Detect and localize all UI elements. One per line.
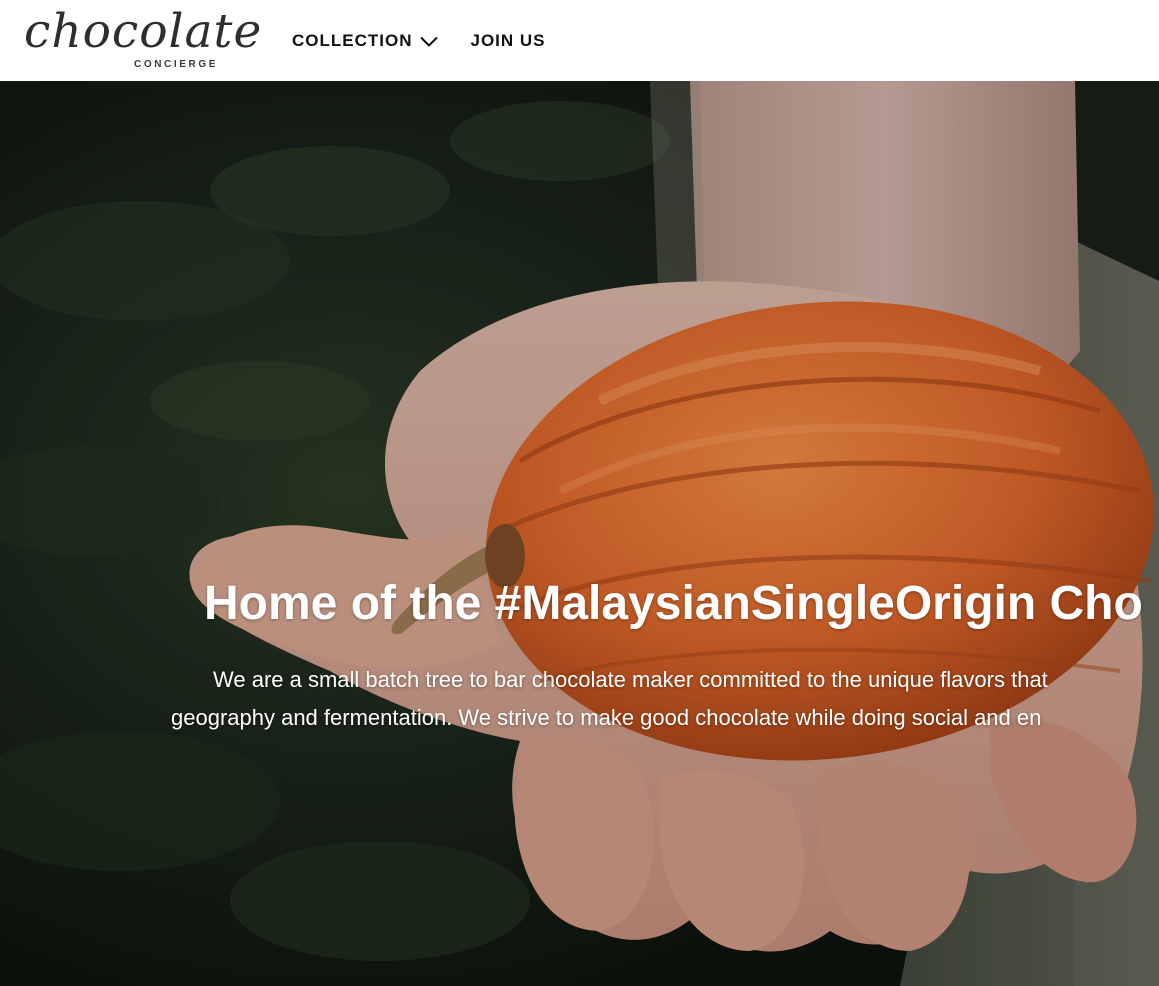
main-nav: COLLECTION JOIN US bbox=[292, 31, 546, 51]
logo-subtitle: CONCIERGE bbox=[134, 59, 218, 70]
hero-title: Home of the #MalaysianSingleOrigin Cho bbox=[204, 577, 1143, 630]
chevron-down-icon bbox=[419, 36, 438, 47]
nav-join-us[interactable]: JOIN US bbox=[471, 31, 546, 51]
hero-description-line-1: We are a small batch tree to bar chocola… bbox=[213, 667, 1048, 692]
hero-image bbox=[0, 81, 1159, 986]
nav-join-us-label: JOIN US bbox=[470, 31, 546, 50]
nav-collection-label: COLLECTION bbox=[292, 31, 413, 50]
hero-banner: Home of the #MalaysianSingleOrigin Cho W… bbox=[0, 81, 1159, 986]
nav-collection[interactable]: COLLECTION bbox=[292, 31, 438, 51]
hero-description-line-2: geography and fermentation. We strive to… bbox=[171, 705, 1042, 730]
site-header: chocolate CONCIERGE COLLECTION JOIN US bbox=[0, 0, 1159, 81]
brand-logo[interactable]: chocolate CONCIERGE bbox=[24, 4, 263, 76]
logo-script-text: chocolate bbox=[24, 4, 263, 59]
